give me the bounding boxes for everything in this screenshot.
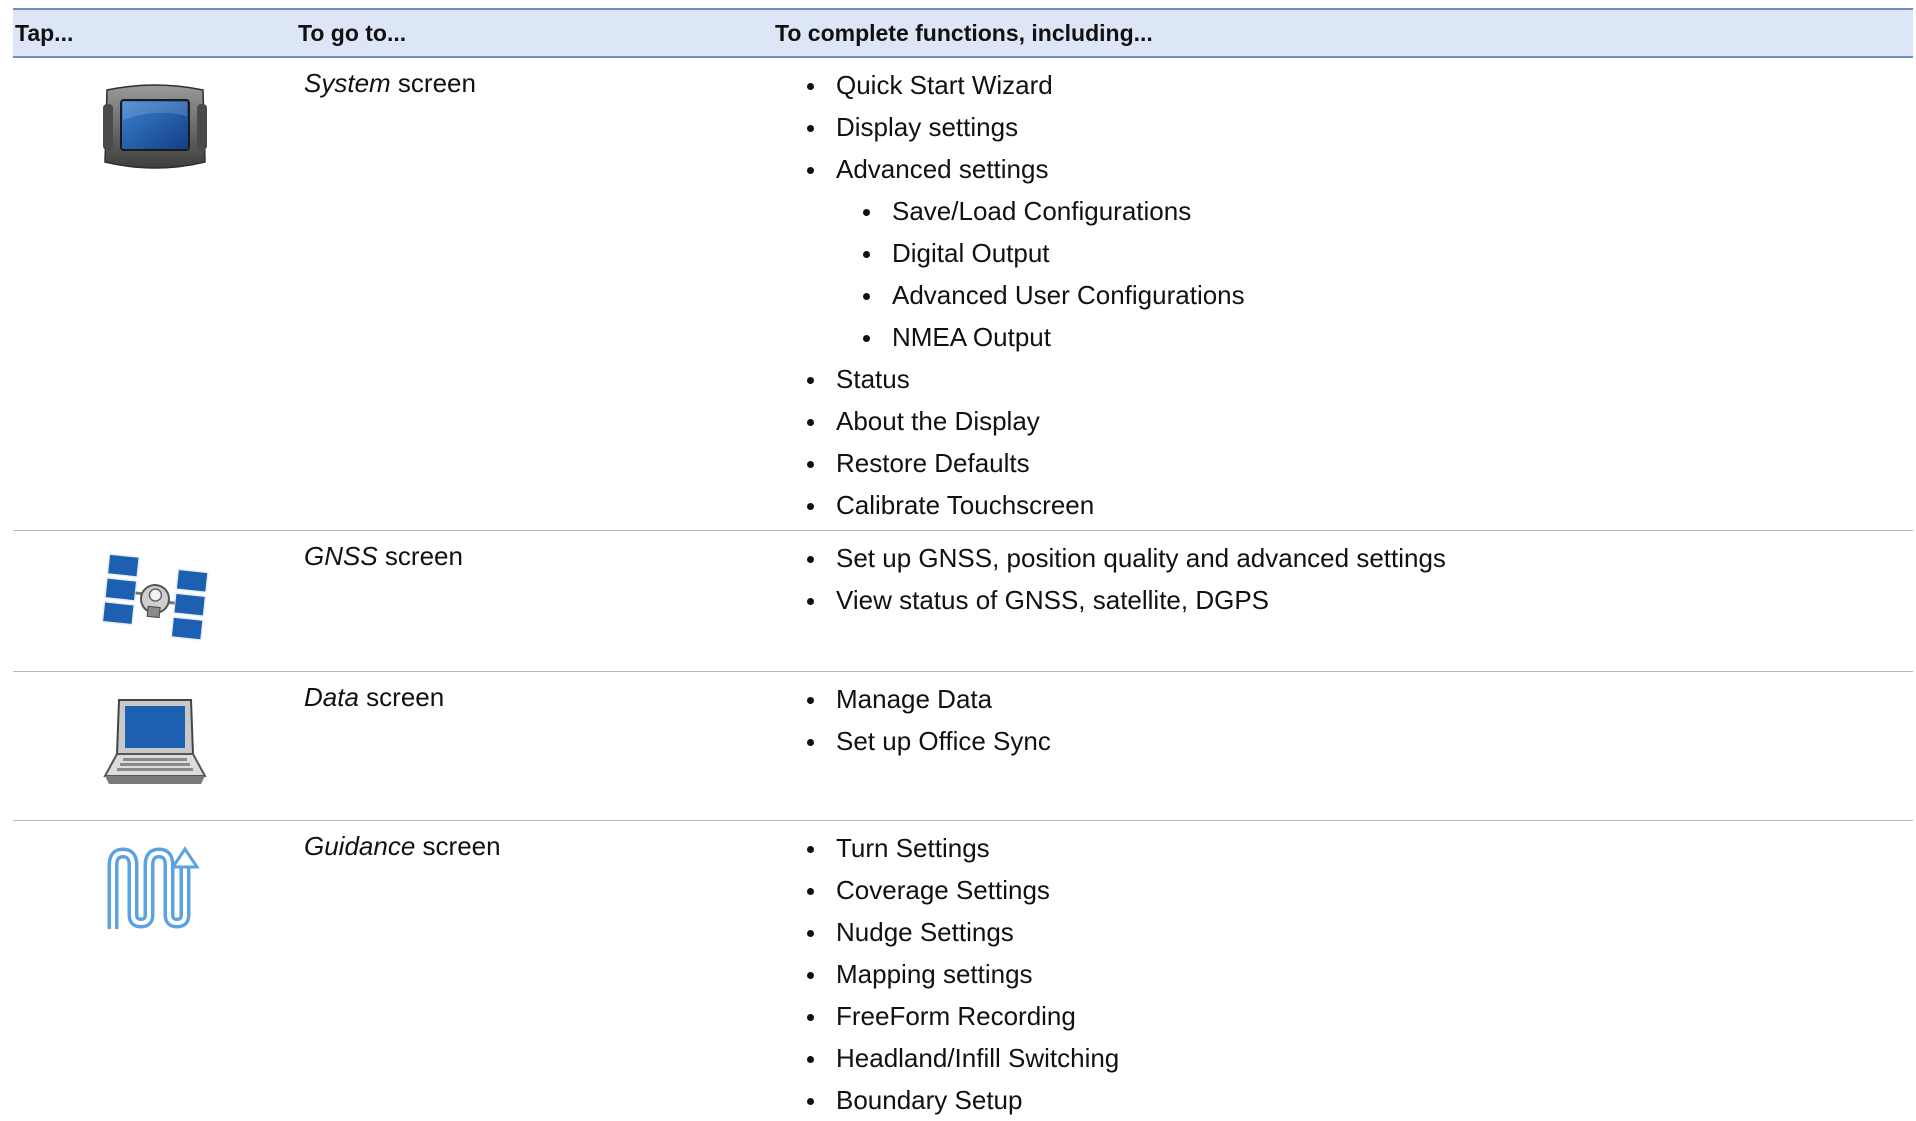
list-item: Coverage Settings xyxy=(803,869,1119,911)
list-item: Status xyxy=(803,358,1245,400)
header-goto: To go to... xyxy=(298,20,407,46)
satellite-icon[interactable] xyxy=(101,553,209,645)
screen-suffix: screen xyxy=(422,831,501,861)
list-item: Advanced settings xyxy=(803,148,1245,190)
list-item: View status of GNSS, satellite, DGPS xyxy=(803,579,1446,621)
screen-name: GNSS xyxy=(304,541,378,571)
table-row: System screen Quick Start Wizard Display… xyxy=(13,58,1913,531)
screen-link-gnss[interactable]: GNSS screen xyxy=(304,539,463,573)
table-header: Tap... To go to... To complete functions… xyxy=(13,8,1913,58)
laptop-icon[interactable] xyxy=(101,696,209,788)
screen-suffix: screen xyxy=(366,682,445,712)
screen-link-system[interactable]: System screen xyxy=(304,66,476,100)
list-item: NMEA Output xyxy=(803,316,1245,358)
screen-name: Data xyxy=(304,682,359,712)
screen-link-data[interactable]: Data screen xyxy=(304,680,444,714)
functions-table: Tap... To go to... To complete functions… xyxy=(13,8,1913,1121)
table-row: Guidance screen Turn Settings Coverage S… xyxy=(13,821,1913,1121)
list-item: Advanced User Configurations xyxy=(803,274,1245,316)
list-item: Quick Start Wizard xyxy=(803,64,1245,106)
list-item: Set up GNSS, position quality and advanc… xyxy=(803,537,1446,579)
list-item: Headland/Infill Switching xyxy=(803,1037,1119,1079)
guidance-path-icon[interactable] xyxy=(101,843,209,935)
table-row: Data screen Manage Data Set up Office Sy… xyxy=(13,672,1913,821)
list-item: Save/Load Configurations xyxy=(803,190,1245,232)
display-unit-icon[interactable] xyxy=(101,82,209,174)
header-functions: To complete functions, including... xyxy=(775,20,1153,46)
list-item: Set up Office Sync xyxy=(803,720,1051,762)
list-item: Nudge Settings xyxy=(803,911,1119,953)
list-item: Boundary Setup xyxy=(803,1079,1119,1121)
screen-link-guidance[interactable]: Guidance screen xyxy=(304,829,501,863)
function-list: Turn Settings Coverage Settings Nudge Se… xyxy=(803,827,1119,1121)
screen-suffix: screen xyxy=(397,68,476,98)
function-list: Set up GNSS, position quality and advanc… xyxy=(803,537,1446,621)
screen-name: Guidance xyxy=(304,831,416,861)
list-item: Manage Data xyxy=(803,678,1051,720)
function-list: Manage Data Set up Office Sync xyxy=(803,678,1051,762)
screen-suffix: screen xyxy=(384,541,463,571)
list-item: Digital Output xyxy=(803,232,1245,274)
list-item: Mapping settings xyxy=(803,953,1119,995)
list-item: Restore Defaults xyxy=(803,442,1245,484)
list-item: Turn Settings xyxy=(803,827,1119,869)
screen-name: System xyxy=(304,68,391,98)
table-row: GNSS screen Set up GNSS, position qualit… xyxy=(13,531,1913,672)
header-tap: Tap... xyxy=(15,20,74,46)
list-item: About the Display xyxy=(803,400,1245,442)
list-item: FreeForm Recording xyxy=(803,995,1119,1037)
function-list: Quick Start Wizard Display settings Adva… xyxy=(803,64,1245,526)
list-item: Display settings xyxy=(803,106,1245,148)
list-item: Calibrate Touchscreen xyxy=(803,484,1245,526)
